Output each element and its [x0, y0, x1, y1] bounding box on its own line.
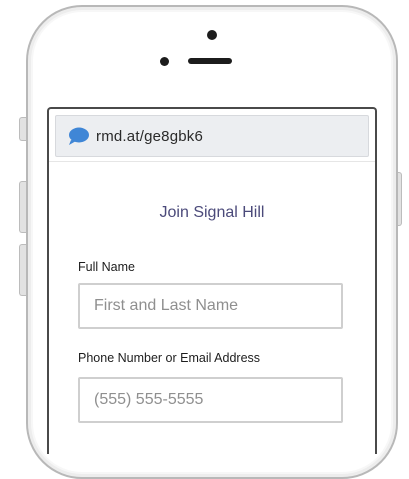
url-bar-divider — [49, 161, 375, 162]
form-title: Join Signal Hill — [159, 204, 265, 221]
phone-or-email-input[interactable] — [78, 377, 343, 423]
full-name-label: Full Name — [78, 260, 135, 274]
browser-url-bar[interactable]: rmd.at/ge8gbk6 — [55, 115, 369, 157]
contact-label: Phone Number or Email Address — [78, 351, 261, 365]
front-camera-icon — [207, 30, 217, 40]
proximity-sensor-icon — [160, 57, 169, 66]
browser-url-text: rmd.at/ge8gbk6 — [96, 127, 204, 145]
phone-screen: rmd.at/ge8gbk6 Join Signal Hill Full Nam… — [47, 107, 377, 454]
earpiece-speaker-icon — [188, 58, 232, 64]
speech-bubble-icon — [68, 127, 90, 145]
full-name-input[interactable] — [78, 283, 343, 329]
